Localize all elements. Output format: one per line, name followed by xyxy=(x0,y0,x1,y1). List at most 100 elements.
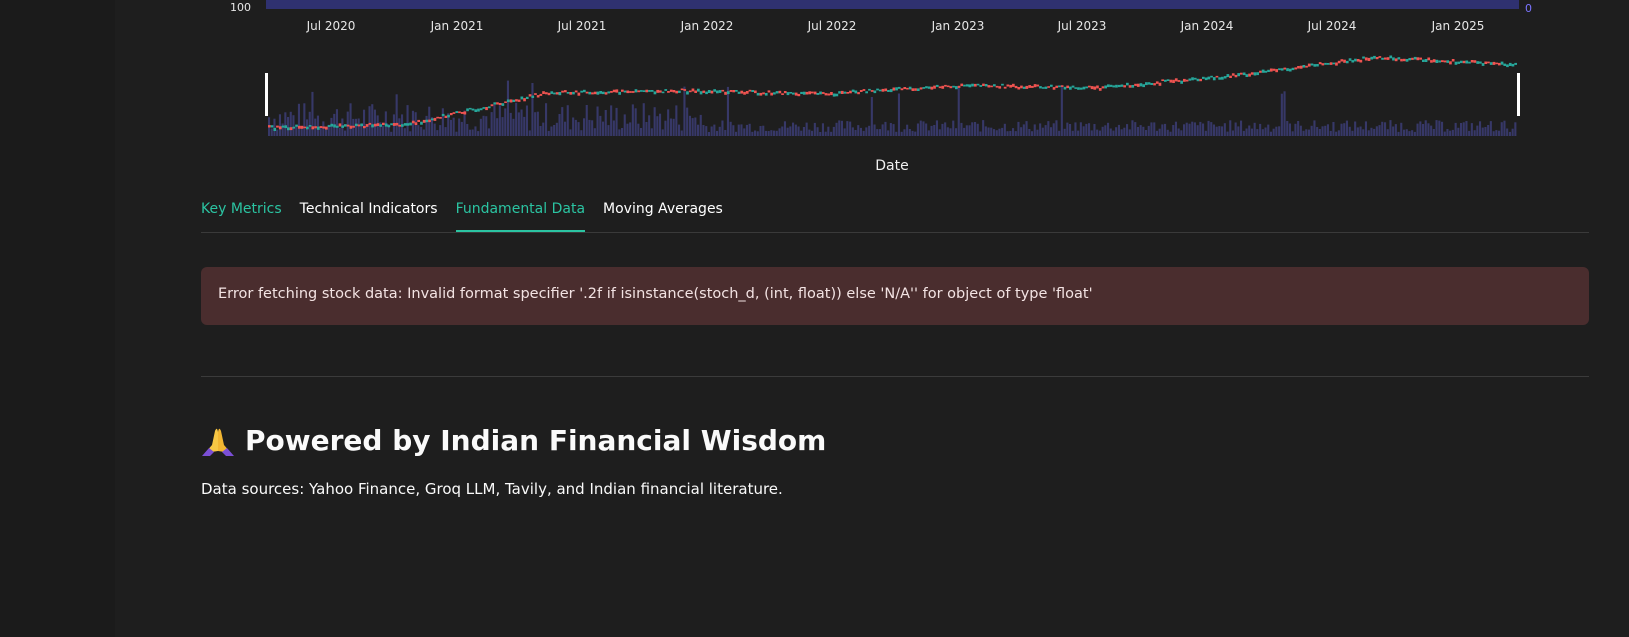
volume-bar xyxy=(411,110,414,136)
price-candle xyxy=(1041,87,1045,89)
tab-fundamental-data[interactable]: Fundamental Data xyxy=(455,198,586,232)
price-candle xyxy=(816,93,820,95)
price-candle xyxy=(1188,78,1192,81)
volume-bar xyxy=(1033,124,1036,136)
price-candle xyxy=(667,91,670,93)
volume-bar xyxy=(895,131,898,136)
volume-bar xyxy=(865,127,868,136)
price-candle xyxy=(1508,62,1512,66)
price-candle xyxy=(441,113,445,117)
price-candle xyxy=(395,122,399,126)
price-candle xyxy=(278,126,282,130)
volume-bar xyxy=(914,131,917,136)
price-candle xyxy=(580,90,583,93)
price-candle xyxy=(550,91,554,94)
price-candle xyxy=(558,92,562,96)
price-candle xyxy=(1408,58,1412,61)
price-candle xyxy=(300,125,304,129)
price-candle xyxy=(1427,57,1431,61)
volume-bar xyxy=(699,114,702,136)
volume-bar xyxy=(316,115,319,136)
price-candle xyxy=(1468,61,1471,64)
tab-moving-averages[interactable]: Moving Averages xyxy=(603,198,723,232)
volume-bar xyxy=(688,115,691,136)
volume-bar xyxy=(854,130,857,136)
price-candle xyxy=(1180,80,1183,84)
price-candle xyxy=(1310,63,1314,66)
volume-bar xyxy=(409,131,412,136)
price-candle xyxy=(1028,85,1031,88)
price-candle xyxy=(1392,57,1395,61)
price-candle xyxy=(718,90,722,93)
price-candle xyxy=(702,90,706,93)
price-candle xyxy=(1022,86,1026,89)
volume-bar xyxy=(916,123,919,136)
volume-bar xyxy=(322,121,325,136)
volume-bar xyxy=(1158,128,1161,136)
price-candle xyxy=(1288,68,1292,72)
price-candle xyxy=(477,108,480,112)
tab-key-metrics[interactable]: Key Metrics xyxy=(201,198,282,232)
price-candle xyxy=(523,98,526,102)
price-candle xyxy=(411,120,415,124)
volume-bar xyxy=(1085,123,1088,136)
price-candle xyxy=(897,86,901,89)
volume-bar xyxy=(436,130,439,136)
price-candle xyxy=(1422,59,1425,62)
price-candle xyxy=(281,125,285,128)
price-candle xyxy=(1514,62,1517,65)
price-candle xyxy=(1384,57,1387,60)
price-candle xyxy=(862,89,866,91)
rangeslider-left-handle[interactable] xyxy=(265,73,268,116)
volume-bar xyxy=(686,107,689,136)
volume-bar xyxy=(1210,122,1213,136)
price-candle xyxy=(740,90,744,94)
price-candle xyxy=(1229,75,1232,78)
price-candle xyxy=(1242,72,1246,76)
volume-bar xyxy=(346,111,349,136)
volume-bar xyxy=(425,115,428,136)
volume-bar xyxy=(441,108,444,136)
price-candle xyxy=(422,119,426,123)
price-candle xyxy=(1506,64,1509,68)
volume-bar xyxy=(745,124,748,136)
price-candle xyxy=(1044,86,1048,89)
volume-bar xyxy=(656,116,659,136)
volume-bar xyxy=(572,117,575,136)
price-candle xyxy=(504,101,507,103)
price-candle xyxy=(1123,85,1126,88)
volume-bar xyxy=(1354,121,1357,136)
price-candle xyxy=(517,99,521,102)
price-candle xyxy=(403,123,407,126)
price-candle xyxy=(1400,58,1403,62)
volume-bar xyxy=(1082,126,1085,136)
price-candle xyxy=(1441,60,1444,63)
volume-bar xyxy=(577,122,580,136)
rangeslider-right-handle[interactable] xyxy=(1517,73,1520,116)
price-chart[interactable]: 100 0 Jul 2020 Jan 2021 Jul 2021 Jan 202… xyxy=(0,0,1629,180)
volume-bar xyxy=(979,131,982,136)
price-candle xyxy=(610,91,613,93)
volume-bar xyxy=(439,125,442,136)
volume-bar xyxy=(846,121,849,136)
volume-bar xyxy=(528,130,531,136)
tab-technical-indicators[interactable]: Technical Indicators xyxy=(300,198,438,232)
volume-bar xyxy=(944,122,947,136)
price-candle xyxy=(308,125,312,127)
price-candle xyxy=(767,90,771,93)
volume-bar xyxy=(1438,120,1441,136)
price-candle xyxy=(485,107,488,111)
volume-bar xyxy=(819,132,822,136)
volume-bar xyxy=(849,121,852,136)
volume-bar xyxy=(631,104,634,136)
volume-bar xyxy=(1177,128,1180,136)
price-candle xyxy=(631,91,635,93)
volume-bar xyxy=(1248,125,1251,136)
volume-bar xyxy=(884,121,887,136)
price-candle xyxy=(493,102,497,105)
volume-bar xyxy=(1446,129,1449,136)
price-candle xyxy=(1085,86,1088,89)
volume-bar xyxy=(496,118,499,136)
volume-bar xyxy=(672,118,675,136)
price-candle xyxy=(596,91,600,95)
